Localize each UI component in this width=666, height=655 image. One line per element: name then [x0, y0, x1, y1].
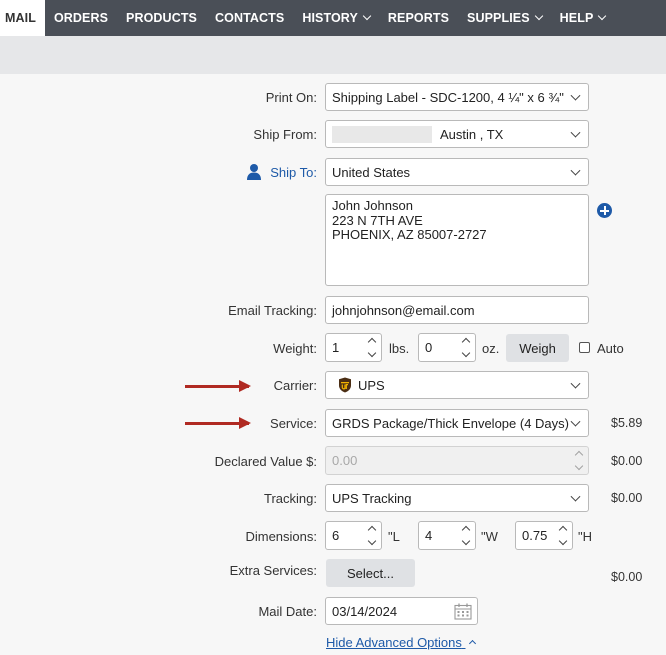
- dimension-length-stepper[interactable]: 6: [325, 521, 382, 550]
- nav-history-label: HISTORY: [302, 11, 358, 25]
- hide-advanced-options-link[interactable]: Hide Advanced Options: [326, 635, 476, 650]
- weight-lbs-stepper[interactable]: 1: [325, 333, 382, 362]
- declared-value-price: $0.00: [611, 454, 643, 468]
- print-on-select[interactable]: Shipping Label - SDC-1200, 4 ¼" x 6 ¾": [325, 83, 589, 111]
- hide-advanced-options-label: Hide Advanced Options: [326, 635, 462, 650]
- nav-orders[interactable]: ORDERS: [45, 0, 117, 36]
- declared-value-input[interactable]: 0.00: [325, 446, 589, 475]
- ship-from-value: Austin , TX: [440, 126, 504, 142]
- ship-to-country-value: United States: [332, 164, 411, 180]
- service-price: $5.89: [611, 416, 643, 430]
- ship-from-select[interactable]: Austin , TX: [325, 120, 589, 148]
- oz-unit: oz.: [482, 341, 500, 356]
- dimension-length-value: 6: [332, 528, 340, 543]
- print-on-label: Print On:: [265, 90, 317, 105]
- nav-contacts-label: CONTACTS: [215, 11, 285, 25]
- chevron-down-icon: [570, 491, 581, 502]
- dimension-width-value: 4: [425, 528, 433, 543]
- top-nav: MAIL ORDERS PRODUCTS CONTACTS HISTORY RE…: [0, 0, 666, 36]
- dimension-height-stepper[interactable]: 0.75: [515, 521, 573, 550]
- extra-services-price: $0.00: [611, 570, 643, 584]
- calendar-icon[interactable]: [454, 603, 472, 620]
- sub-toolbar: [0, 36, 666, 74]
- extra-services-label: Extra Services:: [229, 563, 317, 578]
- declared-value-placeholder: 0.00: [332, 453, 358, 468]
- extra-services-select-button[interactable]: Select...: [326, 559, 415, 587]
- nav-mail[interactable]: MAIL: [0, 0, 45, 36]
- nav-supplies-label: SUPPLIES: [467, 11, 530, 25]
- chevron-down-icon: [570, 127, 581, 138]
- add-contact-plus-icon[interactable]: [597, 203, 612, 218]
- nav-help[interactable]: HELP: [551, 0, 615, 36]
- chevron-down-icon: [570, 378, 581, 389]
- spinner-arrows-icon[interactable]: [367, 336, 377, 359]
- declared-value-label: Declared Value $:: [214, 454, 317, 469]
- chevron-down-icon: [598, 11, 607, 21]
- lbs-unit: lbs.: [389, 341, 410, 356]
- weight-oz-stepper[interactable]: 0: [418, 333, 476, 362]
- nav-help-label: HELP: [559, 11, 594, 25]
- ship-to-address-textarea[interactable]: John Johnson 223 N 7TH AVE PHOENIX, AZ 8…: [325, 194, 589, 286]
- height-unit: "H: [578, 529, 593, 544]
- mail-date-value: 03/14/2024: [332, 603, 398, 619]
- auto-checkbox[interactable]: [579, 342, 590, 353]
- length-unit: "L: [388, 529, 400, 544]
- service-value: GRDS Package/Thick Envelope (4 Days): [332, 415, 569, 431]
- nav-orders-label: ORDERS: [53, 11, 109, 25]
- spinner-arrows-icon[interactable]: [558, 524, 568, 547]
- carrier-label: Carrier:: [273, 378, 317, 393]
- service-label: Service:: [270, 416, 317, 431]
- spinner-arrows-icon[interactable]: [367, 524, 377, 547]
- email-tracking-input[interactable]: johnjohnson@email.com: [325, 296, 589, 324]
- red-arrow-annotation: [185, 380, 251, 392]
- dimension-width-stepper[interactable]: 4: [418, 521, 476, 550]
- weigh-button[interactable]: Weigh: [506, 334, 569, 362]
- nav-supplies[interactable]: SUPPLIES: [458, 0, 551, 36]
- nav-mail-label: MAIL: [5, 11, 36, 25]
- dimension-height-value: 0.75: [522, 528, 548, 543]
- nav-reports[interactable]: REPORTS: [379, 0, 458, 36]
- carrier-value: UPS: [358, 377, 385, 393]
- ship-to-link[interactable]: Ship To:: [270, 165, 317, 180]
- chevron-up-icon: [468, 639, 476, 648]
- spinner-arrows-icon[interactable]: [574, 449, 584, 472]
- tracking-price: $0.00: [611, 491, 643, 505]
- spinner-arrows-icon[interactable]: [461, 336, 471, 359]
- print-on-value: Shipping Label - SDC-1200, 4 ¼" x 6 ¾": [332, 89, 564, 105]
- mail-date-label: Mail Date:: [258, 604, 317, 619]
- auto-label: Auto: [597, 341, 624, 356]
- email-tracking-value: johnjohnson@email.com: [332, 302, 475, 318]
- ship-to-country-select[interactable]: United States: [325, 158, 589, 186]
- dimensions-label: Dimensions:: [245, 529, 317, 544]
- tracking-value: UPS Tracking: [332, 490, 412, 506]
- carrier-select[interactable]: UPS: [325, 371, 589, 399]
- red-arrow-annotation: [185, 417, 251, 429]
- weight-label: Weight:: [273, 341, 317, 356]
- chevron-down-icon: [534, 11, 543, 21]
- mail-date-input[interactable]: 03/14/2024: [325, 597, 478, 625]
- chevron-down-icon: [570, 165, 581, 176]
- tracking-label: Tracking:: [264, 491, 317, 506]
- nav-reports-label: REPORTS: [387, 11, 450, 25]
- nav-products-label: PRODUCTS: [126, 11, 197, 25]
- ups-logo-icon: [339, 377, 351, 393]
- nav-contacts[interactable]: CONTACTS: [206, 0, 293, 36]
- tracking-select[interactable]: UPS Tracking: [325, 484, 589, 512]
- chevron-down-icon: [362, 11, 372, 21]
- spinner-arrows-icon[interactable]: [461, 524, 471, 547]
- weight-oz-value: 0: [425, 340, 433, 355]
- redacted-address-block: [332, 125, 432, 143]
- nav-products[interactable]: PRODUCTS: [117, 0, 206, 36]
- width-unit: "W: [481, 529, 498, 544]
- chevron-down-icon: [570, 416, 581, 427]
- email-tracking-label: Email Tracking:: [228, 303, 317, 318]
- chevron-down-icon: [570, 90, 581, 101]
- person-icon[interactable]: [246, 163, 262, 181]
- weight-lbs-value: 1: [332, 340, 340, 355]
- service-select[interactable]: GRDS Package/Thick Envelope (4 Days): [325, 409, 589, 437]
- nav-history[interactable]: HISTORY: [293, 0, 379, 36]
- ship-from-label: Ship From:: [253, 127, 317, 142]
